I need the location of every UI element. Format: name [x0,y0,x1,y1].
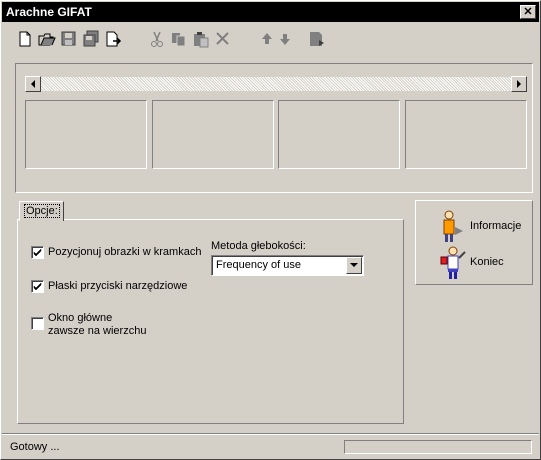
depth-method-select[interactable]: Frequency of use [211,255,364,276]
save-icon[interactable] [59,29,79,49]
title-bar: Arachne GIFAT ✕ [2,2,539,22]
tab-options-label: Opcje: [24,204,60,218]
main-window: Arachne GIFAT ✕ Opcje: Pozycjonuj obrazk… [0,0,541,460]
exit-button[interactable]: Koniec [438,245,528,279]
new-icon[interactable] [15,29,35,49]
toolbar [15,29,335,51]
image-frame-3[interactable] [278,100,400,169]
close-button[interactable]: ✕ [520,5,536,19]
info-button[interactable]: Informacje [438,209,528,243]
image-frame-2[interactable] [152,100,274,169]
checkbox-label: Pozycjonuj obrazki w kramkach [48,246,202,258]
checkbox-box[interactable] [31,280,44,293]
status-separator [2,433,539,435]
move-up-icon[interactable] [257,29,277,49]
delete-icon[interactable] [213,29,233,49]
horizontal-scrollbar[interactable] [25,76,527,92]
window-title: Arachne GIFAT [6,5,92,19]
scroll-track[interactable] [41,77,511,91]
properties-icon[interactable] [307,29,327,49]
scroll-left-button[interactable] [25,76,41,92]
open-icon[interactable] [37,29,57,49]
tab-options[interactable]: Opcje: [19,201,64,221]
info-button-label: Informacje [470,220,522,232]
cut-icon[interactable] [147,29,167,49]
chevron-down-icon [350,263,358,267]
status-text: Gotowy ... [10,441,60,453]
checkbox-box[interactable] [31,317,44,330]
depth-method-label: Metoda głebokości: [211,240,306,252]
exit-button-label: Koniec [470,256,504,268]
info-person-icon [443,210,463,242]
copy-icon[interactable] [169,29,189,49]
scroll-right-button[interactable] [511,76,527,92]
image-frame-4[interactable] [405,100,527,169]
checkbox-box[interactable] [31,246,44,259]
depth-method-value: Frequency of use [216,259,301,271]
checkbox-label-line1: Okno główne [48,312,113,324]
move-down-icon[interactable] [275,29,295,49]
save-all-icon[interactable] [81,29,101,49]
checkbox-label-line2: zawsze na wierzchu [48,325,147,337]
status-progress-bar [344,440,532,454]
paste-icon[interactable] [191,29,211,49]
exit-person-icon [440,246,466,279]
dropdown-button[interactable] [346,257,362,274]
export-icon[interactable] [103,29,123,49]
checkbox-label: Płaski przyciski narzędziowe [48,280,188,292]
image-frame-1[interactable] [25,100,147,169]
